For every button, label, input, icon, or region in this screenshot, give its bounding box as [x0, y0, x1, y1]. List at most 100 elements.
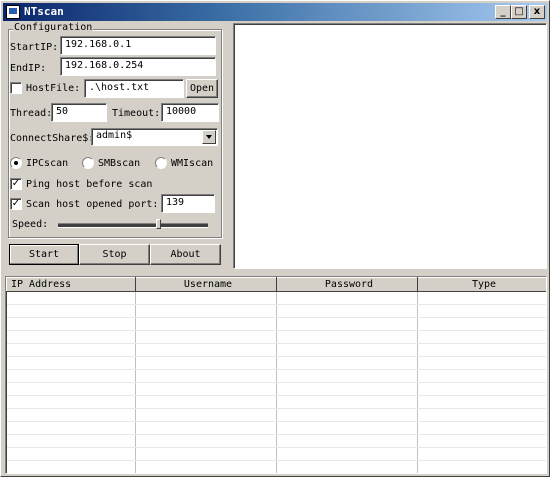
ipcscan-label: IPCscan: [26, 158, 69, 169]
speed-label: Speed:: [12, 219, 49, 230]
wmiscan-radio[interactable]: [155, 157, 167, 169]
table-cell: [276, 330, 418, 344]
results-table[interactable]: IP Address Username Password Type: [5, 276, 547, 474]
table-row[interactable]: [6, 317, 546, 331]
table-cell: [417, 382, 546, 396]
column-header-password[interactable]: Password: [276, 277, 418, 292]
table-cell: [6, 447, 136, 461]
about-button[interactable]: About: [150, 244, 221, 265]
table-cell: [135, 356, 277, 370]
start-button[interactable]: Start: [9, 244, 79, 265]
table-row[interactable]: [6, 369, 546, 383]
minimize-button[interactable]: _: [495, 5, 511, 19]
start-ip-input[interactable]: 192.168.0.1: [60, 36, 216, 55]
table-cell: [276, 408, 418, 422]
table-cell: [6, 291, 136, 305]
table-cell: [6, 304, 136, 318]
column-header-username[interactable]: Username: [135, 277, 277, 292]
connectshare-select[interactable]: admin$: [91, 128, 218, 146]
table-cell: [135, 434, 277, 448]
table-row[interactable]: [6, 447, 546, 461]
table-row[interactable]: [6, 343, 546, 357]
table-cell: [417, 408, 546, 422]
end-ip-input[interactable]: 192.168.0.254: [60, 57, 216, 76]
window-title: NTscan: [24, 5, 64, 18]
scan-port-checkbox[interactable]: ✓: [10, 198, 22, 210]
table-cell: [135, 304, 277, 318]
table-row[interactable]: [6, 395, 546, 409]
table-cell: [276, 291, 418, 305]
table-cell: [6, 395, 136, 409]
table-row[interactable]: [6, 330, 546, 344]
table-row[interactable]: [6, 421, 546, 435]
table-cell: [417, 369, 546, 383]
table-cell: [135, 317, 277, 331]
smbscan-radio[interactable]: [82, 157, 94, 169]
speed-slider-track[interactable]: [58, 223, 208, 228]
title-bar[interactable]: NTscan _ □ x: [3, 3, 547, 21]
table-cell: [417, 395, 546, 409]
table-cell: [135, 421, 277, 435]
close-button[interactable]: x: [529, 5, 545, 19]
start-ip-label: StartIP:: [10, 42, 59, 53]
table-cell: [276, 460, 418, 473]
table-cell: [6, 343, 136, 357]
connectshare-label: ConnectShare$:: [10, 133, 95, 144]
table-cell: [417, 460, 546, 473]
table-cell: [417, 447, 546, 461]
table-cell: [417, 330, 546, 344]
table-cell: [6, 421, 136, 435]
ipcscan-radio[interactable]: [10, 157, 22, 169]
table-cell: [6, 317, 136, 331]
scan-port-label: Scan host opened port:: [26, 199, 159, 210]
output-pane[interactable]: [233, 23, 547, 269]
table-cell: [417, 317, 546, 331]
end-ip-label: EndIP:: [10, 63, 47, 74]
table-cell: [6, 434, 136, 448]
speed-slider-handle[interactable]: [156, 219, 161, 229]
table-cell: [135, 460, 277, 473]
table-row[interactable]: [6, 408, 546, 422]
smbscan-label: SMBscan: [98, 158, 141, 169]
port-input[interactable]: 139: [161, 194, 215, 213]
ping-checkbox[interactable]: ✓: [10, 178, 22, 190]
table-cell: [417, 343, 546, 357]
results-header-row: IP Address Username Password Type: [6, 277, 546, 292]
table-cell: [417, 291, 546, 305]
table-cell: [135, 330, 277, 344]
stop-button[interactable]: Stop: [79, 244, 150, 265]
column-header-ip-address[interactable]: IP Address: [6, 277, 136, 292]
table-row[interactable]: [6, 434, 546, 448]
chevron-down-icon[interactable]: [202, 130, 216, 144]
app-icon: [6, 5, 20, 19]
ntscan-window: NTscan _ □ x Configuration StartIP: 192.…: [0, 0, 550, 477]
table-cell: [276, 369, 418, 383]
open-button[interactable]: Open: [186, 79, 218, 98]
table-cell: [6, 330, 136, 344]
table-cell: [417, 356, 546, 370]
column-header-type[interactable]: Type: [417, 277, 546, 292]
table-cell: [135, 369, 277, 383]
table-row[interactable]: [6, 382, 546, 396]
hostfile-input[interactable]: .\host.txt: [84, 79, 184, 98]
thread-input[interactable]: 50: [51, 103, 107, 122]
table-cell: [135, 447, 277, 461]
table-row[interactable]: [6, 460, 546, 473]
ping-label: Ping host before scan: [26, 179, 153, 190]
table-cell: [276, 382, 418, 396]
table-cell: [276, 317, 418, 331]
hostfile-label: HostFile:: [26, 83, 81, 94]
table-cell: [417, 434, 546, 448]
table-row[interactable]: [6, 304, 546, 318]
results-body: [6, 291, 546, 473]
timeout-input[interactable]: 10000: [161, 103, 219, 122]
table-cell: [6, 356, 136, 370]
table-cell: [6, 382, 136, 396]
table-cell: [135, 395, 277, 409]
table-row[interactable]: [6, 291, 546, 305]
table-cell: [417, 304, 546, 318]
hostfile-checkbox[interactable]: [10, 82, 22, 94]
table-cell: [135, 408, 277, 422]
table-row[interactable]: [6, 356, 546, 370]
maximize-button[interactable]: □: [511, 5, 527, 19]
